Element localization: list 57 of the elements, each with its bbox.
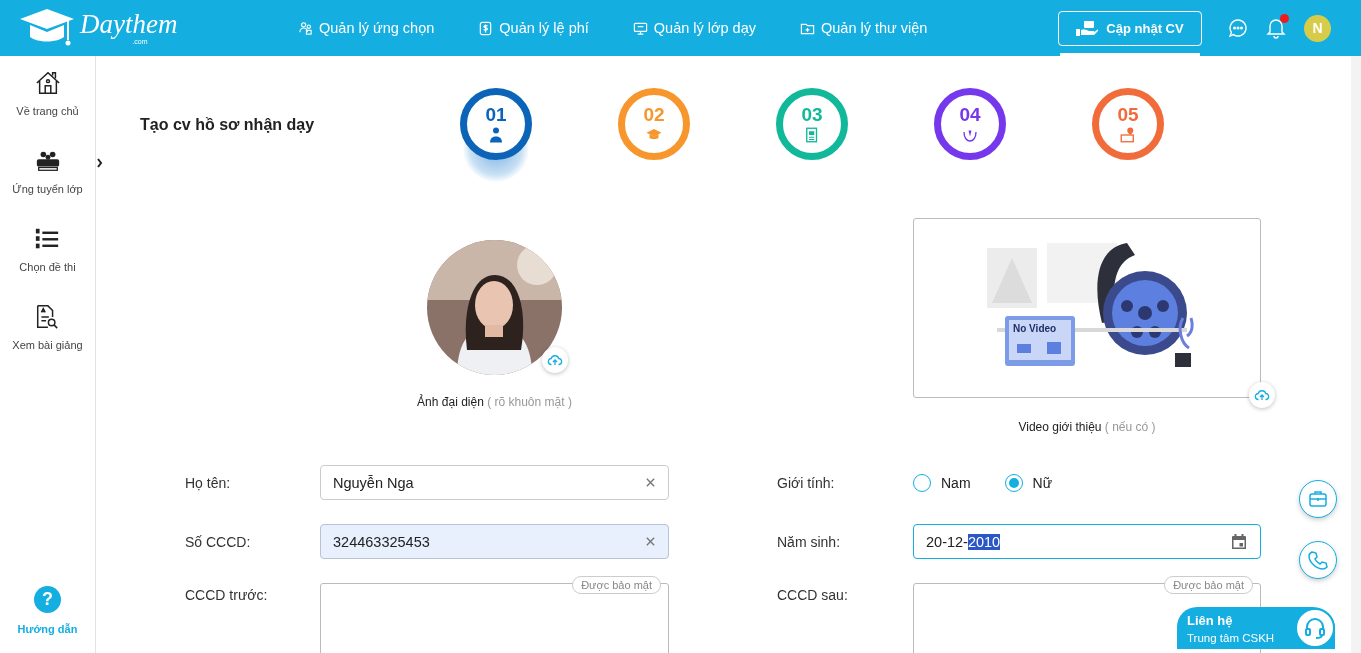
radio-option[interactable]: Nam	[913, 473, 971, 492]
page-title: Tạo cv hồ sơ nhận dạy	[140, 116, 316, 134]
headset-icon	[1303, 616, 1327, 640]
nav-link[interactable]: Quản lý lớp dạy	[632, 20, 756, 36]
upload-button[interactable]	[542, 347, 568, 373]
chevron-icon[interactable]	[95, 158, 103, 168]
phone-icon	[1307, 549, 1329, 571]
document-search-icon	[34, 304, 61, 330]
sidebar-item[interactable]: Xem bài giảng	[12, 304, 83, 351]
cloud-upload-icon	[547, 352, 563, 368]
text-input[interactable]: 324463325453	[320, 524, 669, 559]
photo-caption: Ảnh đại diện ( rõ khuôn mặt )	[417, 395, 572, 409]
hand-briefcase-icon	[1076, 20, 1099, 36]
board-icon	[632, 20, 648, 36]
people-icon	[298, 20, 313, 36]
nav-link[interactable]: Quản lý ứng chọn	[298, 20, 435, 36]
chat-icon[interactable]	[1228, 18, 1248, 38]
radio-option[interactable]: Nữ	[1004, 473, 1053, 492]
help-label[interactable]: Hướng dẫn	[17, 623, 78, 635]
upload-button[interactable]	[1249, 382, 1275, 408]
screen-label: No Video	[1013, 323, 1057, 334]
step-circle[interactable]: 05	[1092, 88, 1164, 160]
briefcase-icon	[1307, 488, 1329, 510]
nav-link[interactable]: Quản lý thư viện	[800, 20, 928, 36]
video-caption: Video giới thiệu ( nếu có )	[1018, 420, 1156, 434]
sidebar-item[interactable]: Ứng tuyển lớp	[12, 148, 83, 195]
phone-button[interactable]	[1299, 541, 1337, 579]
map-pin-icon	[1119, 125, 1137, 144]
help-button[interactable]: ?	[34, 586, 61, 613]
secure-tag: Được bảo mật	[1164, 576, 1253, 594]
field-label: CCCD sau:	[777, 587, 849, 603]
text-input[interactable]: Nguyễn Nga	[320, 465, 669, 500]
step-circle[interactable]: 02	[618, 88, 690, 160]
field-label: Giới tính:	[777, 474, 836, 491]
step-circle[interactable]: 04	[934, 88, 1006, 160]
clear-icon[interactable]	[645, 536, 656, 547]
field-label: CCCD trước:	[185, 587, 269, 603]
video-upload-area[interactable]: No Video	[913, 218, 1261, 398]
field-label: Số CCCD:	[185, 533, 252, 550]
clear-icon[interactable]	[645, 477, 656, 488]
sidebar-item[interactable]: Về trang chủ	[16, 70, 79, 117]
field-label: Họ tên:	[185, 474, 232, 491]
bell-icon[interactable]	[1266, 17, 1286, 39]
briefcase-button[interactable]	[1299, 480, 1337, 518]
cloud-upload-icon	[1254, 387, 1270, 403]
sidebar-item[interactable]: Chọn đề thi	[19, 226, 76, 273]
step-circle[interactable]: 01	[460, 88, 532, 160]
person-icon	[487, 125, 505, 144]
field-label: Năm sinh:	[777, 533, 842, 550]
house-icon	[34, 70, 61, 96]
secure-tag: Được bảo mật	[572, 576, 661, 594]
step-circle[interactable]: 03	[776, 88, 848, 160]
contact-support-button[interactable]: Liên hệ Trung tâm CSKH	[1177, 607, 1335, 649]
calendar-icon[interactable]	[1230, 532, 1248, 551]
nav-link[interactable]: Quản lý lệ phí	[478, 20, 589, 36]
update-cv-button[interactable]: Cập nhật CV	[1058, 10, 1202, 46]
dollar-icon	[478, 20, 494, 36]
